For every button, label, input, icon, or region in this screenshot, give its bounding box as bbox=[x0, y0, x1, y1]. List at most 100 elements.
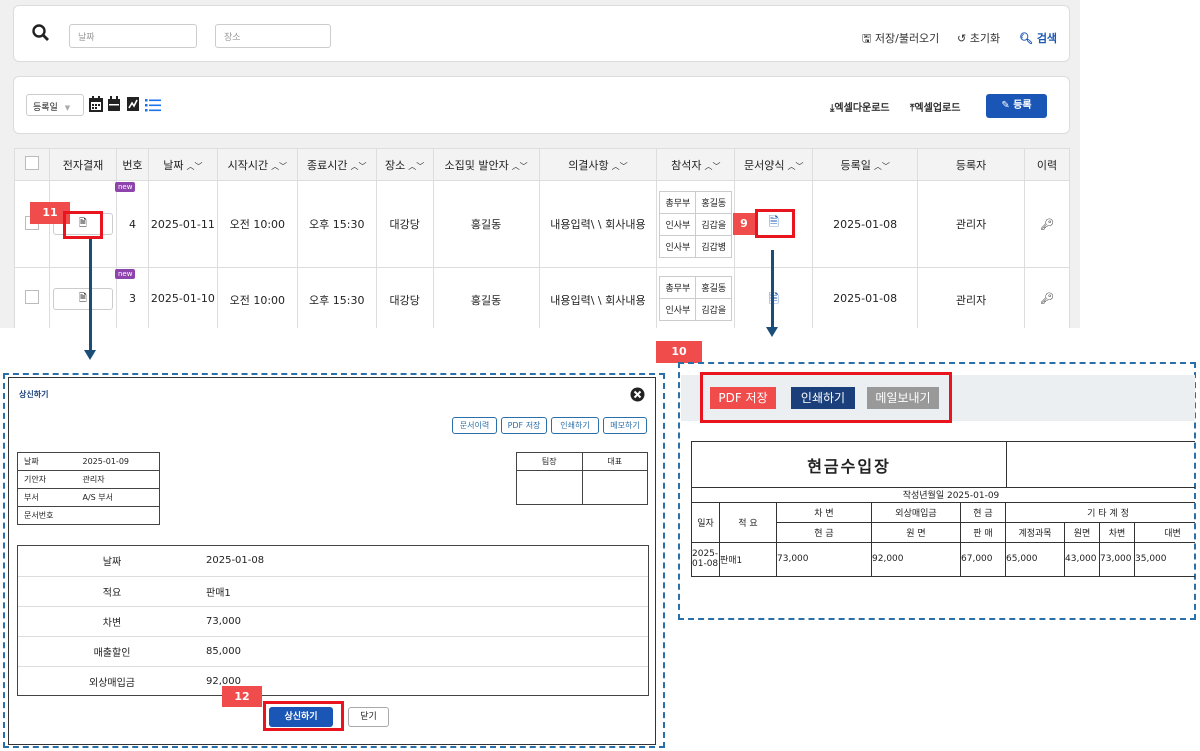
row-checkbox[interactable] bbox=[24, 290, 39, 304]
header-registrant: 등록자 bbox=[917, 148, 1025, 181]
row-checkbox-cell[interactable] bbox=[14, 180, 50, 268]
date-input[interactable]: 날짜 bbox=[69, 24, 197, 48]
key-icon[interactable]: 🔑︎ bbox=[1040, 292, 1054, 305]
attendees-table: 총무부 홍길동 인사부 김갑을 인사부 김갑병 bbox=[659, 190, 733, 258]
h-principal2: 원면 bbox=[1064, 521, 1100, 543]
detail-value: 85,000 bbox=[206, 636, 648, 667]
detail-row: 날짜 2025-01-08 bbox=[18, 546, 648, 577]
sort-icon[interactable]: ︿﹀ bbox=[187, 162, 203, 171]
header-start[interactable]: 시작시간 ︿﹀ bbox=[216, 148, 298, 181]
info-drafter-label: 기안자 bbox=[17, 470, 77, 489]
header-attendees-label: 참석자 bbox=[671, 158, 702, 172]
row-v2: 92,000 bbox=[871, 541, 961, 577]
sort-icon[interactable]: ︿﹀ bbox=[874, 162, 890, 171]
highlight-preview-buttons bbox=[700, 372, 952, 423]
header-place-label: 장소 bbox=[385, 158, 406, 172]
doc-info-table: 날짜 2025-01-09 기안자 관리자 부서 A/S 부서 문서번호 bbox=[17, 452, 160, 525]
table-row[interactable]: 🗎 new 3 2025-01-10 오전 10:00 오후 15:30 대강당 … bbox=[14, 267, 1071, 328]
header-form[interactable]: 문서양식 ︿﹀ bbox=[734, 148, 814, 181]
cash-title-table: 현금수입장 bbox=[691, 441, 1195, 488]
start-cell: 오전 10:00 bbox=[216, 267, 298, 328]
h-date: 일자 bbox=[691, 501, 720, 543]
select-all-checkbox-cell[interactable] bbox=[14, 148, 50, 181]
reg-date-cell: 2025-01-08 bbox=[812, 180, 919, 268]
place-cell: 대강당 bbox=[375, 180, 434, 268]
registrant-cell: 관리자 bbox=[917, 180, 1025, 268]
select-all-checkbox[interactable] bbox=[24, 156, 39, 170]
table-row[interactable]: 🗎 new 4 2025-01-11 오전 10:00 오후 15:30 대강당 … bbox=[14, 180, 1071, 268]
attendee-dept: 인사부 bbox=[659, 212, 697, 236]
sort-icon[interactable]: ︿﹀ bbox=[271, 162, 287, 171]
header-attendees[interactable]: 참석자 ︿﹀ bbox=[656, 148, 736, 181]
close-button[interactable]: 닫기 bbox=[348, 707, 389, 727]
cash-data-row: 2025-01-08 판매1 73,000 92,000 67,000 65,0… bbox=[691, 541, 1195, 577]
search-link[interactable]: 🔍︎ 검색 bbox=[1019, 30, 1057, 46]
attendee-name: 홍길동 bbox=[695, 276, 733, 299]
h-debit2: 차변 bbox=[1099, 521, 1135, 543]
detail-row: 외상매입금 92,000 bbox=[18, 666, 648, 696]
key-icon[interactable]: 🔑︎ bbox=[1040, 218, 1054, 231]
info-docno-label: 문서번호 bbox=[17, 506, 77, 525]
calendar-month-icon[interactable] bbox=[89, 96, 103, 116]
header-convener[interactable]: 소집및 발안자 ︿﹀ bbox=[432, 148, 540, 181]
register-button[interactable]: ✎ 등록 bbox=[986, 94, 1047, 118]
table-header-row: 전자결재 번호 날짜 ︿﹀ 시작시간 ︿﹀ 종료시간 ︿﹀ 장소 ︿﹀ 소집및 발안자 ︿… bbox=[14, 148, 1071, 181]
sort-select[interactable]: 등록일 ▼ bbox=[26, 94, 84, 116]
meeting-table: 전자결재 번호 날짜 ︿﹀ 시작시간 ︿﹀ 종료시간 ︿﹀ 장소 ︿﹀ 소집및 발안자 ︿… bbox=[14, 148, 1071, 328]
cash-date-row: 작성년월일 2025-01-09 bbox=[691, 488, 1195, 503]
approval-doc-button[interactable]: 🗎 bbox=[52, 288, 113, 310]
search-icon[interactable] bbox=[32, 24, 50, 46]
list-icon[interactable] bbox=[145, 97, 161, 116]
header-date[interactable]: 날짜 ︿﹀ bbox=[147, 148, 218, 181]
search-panel: 날짜 장소 🖫 저장/불러오기 ↺ 초기화 🔍︎ 검색 bbox=[13, 5, 1070, 62]
pdf-save-button[interactable]: PDF 저장 bbox=[501, 417, 547, 434]
reg-date-cell: 2025-01-08 bbox=[812, 267, 919, 328]
history-cell[interactable]: 🔑︎ bbox=[1023, 180, 1071, 268]
detail-label: 적요 bbox=[18, 576, 206, 607]
sort-icon[interactable]: ︿﹀ bbox=[705, 162, 721, 171]
approval-cell: 🗎 bbox=[48, 267, 117, 328]
header-history: 이력 bbox=[1023, 148, 1071, 181]
date-cell: 2025-01-11 bbox=[147, 180, 218, 268]
save-load-link[interactable]: 🖫 저장/불러오기 bbox=[862, 30, 939, 49]
row-v5: 43,000 bbox=[1064, 541, 1100, 577]
highlight-form-icon bbox=[755, 209, 795, 238]
sort-icon[interactable]: ︿﹀ bbox=[408, 162, 424, 171]
attendee-row: 인사부 김갑병 bbox=[659, 234, 733, 258]
place-input[interactable]: 장소 bbox=[215, 24, 331, 48]
excel-download-link[interactable]: ⤓엑셀다운로드 bbox=[830, 99, 890, 114]
doc-history-button[interactable]: 문서이력 bbox=[452, 417, 497, 434]
info-date-value: 2025-01-09 bbox=[76, 452, 160, 471]
attendees-table: 총무부 홍길동 인사부 김갑을 bbox=[659, 276, 733, 321]
reset-link[interactable]: ↺ 초기화 bbox=[957, 30, 1000, 46]
header-resolution-label: 의결사항 bbox=[568, 158, 609, 172]
highlight-submit-button bbox=[263, 701, 344, 731]
memo-button[interactable]: 메모하기 bbox=[603, 417, 647, 434]
sort-icon[interactable]: ︿﹀ bbox=[612, 162, 628, 171]
history-cell[interactable]: 🔑︎ bbox=[1023, 267, 1071, 328]
registrant-cell: 관리자 bbox=[917, 267, 1025, 328]
resolution-cell: 내용입력\ \ 회사내용 bbox=[538, 180, 658, 268]
print-button[interactable]: 인쇄하기 bbox=[551, 417, 599, 434]
sort-icon[interactable]: ︿﹀ bbox=[512, 162, 528, 171]
header-resolution[interactable]: 의결사항 ︿﹀ bbox=[538, 148, 658, 181]
header-approval: 전자결재 bbox=[48, 148, 117, 181]
sort-icon[interactable]: ︿﹀ bbox=[787, 162, 803, 171]
row-checkbox-cell[interactable] bbox=[14, 267, 50, 328]
calendar-week-icon[interactable] bbox=[107, 96, 121, 116]
header-reg-date[interactable]: 등록일 ︿﹀ bbox=[812, 148, 919, 181]
h-credit2: 대변 bbox=[1134, 521, 1195, 543]
info-row: 문서번호 bbox=[17, 506, 160, 525]
sort-icon[interactable]: ︿﹀ bbox=[350, 162, 366, 171]
chart-icon[interactable] bbox=[126, 96, 140, 116]
h-debit: 차 변 bbox=[776, 501, 872, 523]
close-icon[interactable] bbox=[630, 387, 645, 406]
sort-select-value: 등록일 bbox=[33, 103, 58, 113]
attendees-cell: 총무부 홍길동 인사부 김갑을 bbox=[656, 267, 736, 328]
header-end[interactable]: 종료시간 ︿﹀ bbox=[296, 148, 377, 181]
sign-cell bbox=[581, 470, 648, 505]
excel-upload-link[interactable]: ⤒엑셀업로드 bbox=[910, 99, 960, 114]
header-form-label: 문서양식 bbox=[744, 158, 785, 172]
approver-header-row: 팀장 대표 bbox=[516, 452, 648, 471]
header-place[interactable]: 장소 ︿﹀ bbox=[375, 148, 434, 181]
